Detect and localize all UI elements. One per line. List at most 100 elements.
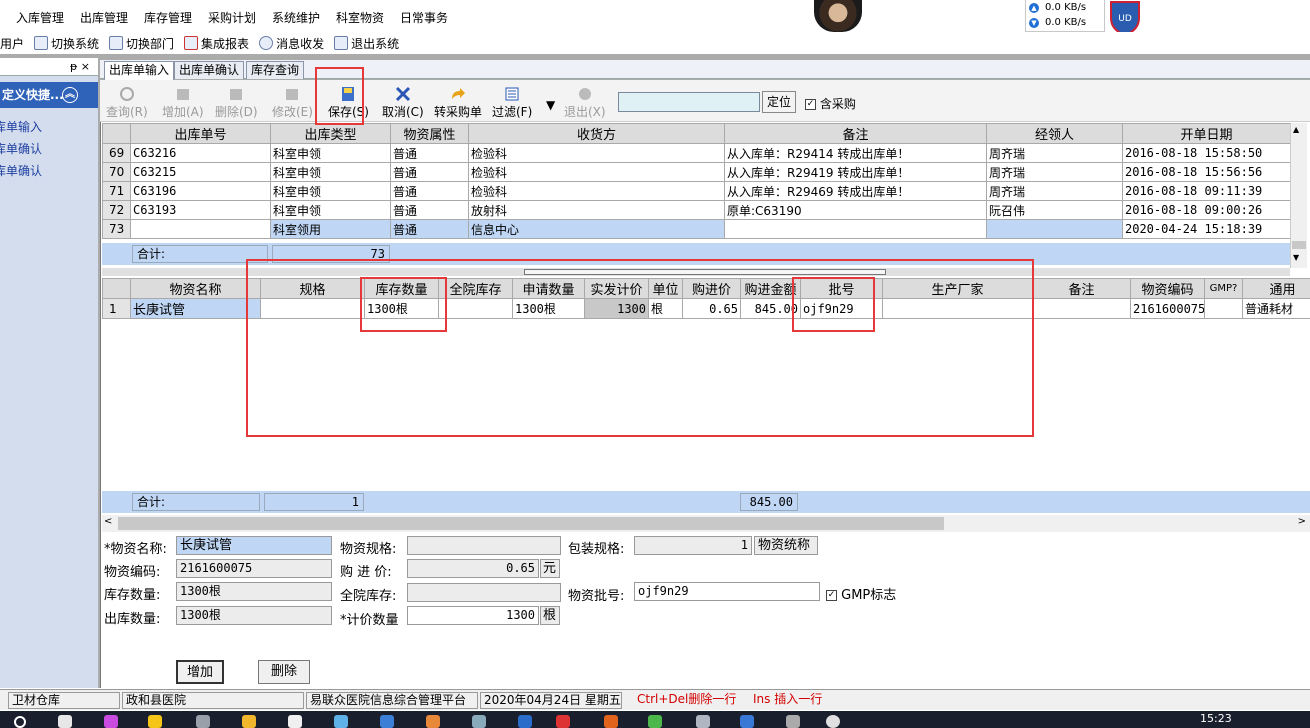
pack-unit-field[interactable]: 物资统称 [754, 536, 818, 555]
quick-panel-title[interactable]: 定义快捷... ︽ [0, 82, 98, 108]
delete-row-button[interactable]: 删除 [258, 660, 310, 684]
cell-receiver[interactable]: 信息中心 [468, 219, 725, 239]
cell-out-type[interactable]: 科室申领 [270, 200, 391, 220]
app-icon[interactable] [104, 715, 118, 728]
menu-purchase[interactable]: 采购计划 [208, 9, 256, 26]
cell-person[interactable]: 周齐瑞 [986, 143, 1123, 163]
app-icon[interactable] [696, 715, 710, 728]
scroll-left-icon[interactable]: < [104, 516, 112, 527]
quick-item-outbound-input[interactable]: 出库单输入 [0, 116, 98, 138]
wechat-icon[interactable] [648, 715, 662, 728]
filter-dropdown-icon[interactable]: ▼ [546, 98, 555, 112]
cell-code[interactable]: 2161600075 [1130, 298, 1205, 319]
cell-date[interactable]: 2016-08-18 15:58:50 [1122, 143, 1291, 163]
col-out-no[interactable]: 出库单号 [130, 123, 271, 144]
cell-person[interactable]: 周齐瑞 [986, 162, 1123, 182]
search-icon[interactable] [14, 716, 26, 728]
scroll-thumb[interactable] [1292, 241, 1306, 249]
cell-out-type[interactable]: 科室领用 [270, 219, 391, 239]
cell-out-no[interactable]: C63215 [130, 162, 271, 182]
cell-note[interactable]: 原单:C63190 [724, 200, 987, 220]
cell-receiver[interactable]: 检验科 [468, 143, 725, 163]
cell-person[interactable] [986, 219, 1123, 239]
cell-person[interactable]: 阮召伟 [986, 200, 1123, 220]
quick-item-inbound-confirm[interactable]: 入库单确认 [0, 160, 98, 182]
all-stock-field[interactable] [407, 583, 561, 602]
cell-date[interactable]: 2020-04-24 15:18:39 [1122, 219, 1291, 239]
cell-note[interactable]: 从入库单：R29419 转成出库单！ [724, 162, 987, 182]
filter-button[interactable]: 过滤(F) [492, 86, 532, 120]
query-button[interactable]: 查询(R) [106, 86, 148, 120]
col-receiver[interactable]: 收货方 [468, 123, 725, 144]
include-purchase-checkbox[interactable]: ✓ 含采购 [805, 95, 856, 112]
app-icon[interactable] [472, 715, 486, 728]
user-button[interactable]: 用户 [0, 35, 24, 52]
app-icon[interactable] [380, 715, 394, 728]
cell-out-no[interactable]: C63193 [130, 200, 271, 220]
quick-item-outbound-confirm[interactable]: 出库单确认 [0, 138, 98, 160]
task-view-icon[interactable] [58, 715, 72, 728]
table-row-selected[interactable]: 73 科室领用 普通 信息中心 2020-04-24 15:18:39 [102, 219, 1291, 239]
cell-note[interactable]: 从入库单：R29414 转成出库单！ [724, 143, 987, 163]
locate-button[interactable]: 定位 [762, 91, 796, 113]
cell-gmp[interactable] [1204, 298, 1243, 319]
to-purchase-button[interactable]: 转采购单 [434, 86, 482, 120]
app-icon[interactable] [826, 715, 840, 728]
cell-date[interactable]: 2016-08-18 09:11:39 [1122, 181, 1291, 201]
col-attr[interactable]: 物资属性 [390, 123, 469, 144]
scroll-up-icon[interactable]: ▲ [1293, 125, 1299, 134]
cell-attr[interactable]: 普通 [390, 219, 469, 239]
col-date[interactable]: 开单日期 [1122, 123, 1291, 144]
spec-field[interactable] [407, 536, 561, 555]
edit-button[interactable]: 修改(E) [272, 86, 313, 120]
cancel-button[interactable]: 取消(C) [382, 86, 424, 120]
h-scroll-thumb[interactable] [118, 517, 944, 530]
cell-out-type[interactable]: 科室申领 [270, 162, 391, 182]
table-row[interactable]: 70 C63215 科室申领 普通 检验科 从入库单：R29419 转成出库单！… [102, 162, 1291, 182]
grid2-horizontal-scrollbar[interactable]: < > [102, 515, 1310, 532]
cell-attr[interactable]: 普通 [390, 200, 469, 220]
cell-receiver[interactable]: 检验科 [468, 162, 725, 182]
table-row[interactable]: 69 C63216 科室申领 普通 检验科 从入库单：R29414 转成出库单！… [102, 143, 1291, 163]
cell-receiver[interactable]: 检验科 [468, 181, 725, 201]
cell-name[interactable]: 长庚试管 [130, 298, 261, 319]
app-icon[interactable] [556, 715, 570, 728]
notepad-icon[interactable] [288, 715, 302, 728]
col-note[interactable]: 备注 [1032, 278, 1131, 299]
menu-system[interactable]: 系统维护 [272, 9, 320, 26]
col-note[interactable]: 备注 [724, 123, 987, 144]
cell-general[interactable]: 普通耗材 [1242, 298, 1310, 319]
locate-input[interactable] [618, 92, 760, 112]
menu-dept-goods[interactable]: 科室物资 [336, 9, 384, 26]
add-button[interactable]: 增加(A) [162, 86, 204, 120]
cell-out-no[interactable] [130, 219, 271, 239]
gmp-checkbox[interactable]: ✓ GMP标志 [826, 584, 896, 603]
collapse-icon[interactable]: ︽ [62, 87, 78, 103]
tab-outbound-input[interactable]: 出库单输入 [104, 61, 175, 80]
cell-person[interactable]: 周齐瑞 [986, 181, 1123, 201]
cell-receiver[interactable]: 放射科 [468, 200, 725, 220]
col-out-type[interactable]: 出库类型 [270, 123, 391, 144]
messages-button[interactable]: 消息收发 [259, 35, 324, 52]
switch-system-button[interactable]: 切换系统 [34, 35, 99, 52]
table-row[interactable]: 72 C63193 科室申领 普通 放射科 原单:C63190 阮召伟 2016… [102, 200, 1291, 220]
cell-note[interactable]: 从入库单：R29469 转成出库单！ [724, 181, 987, 201]
app-icon[interactable] [148, 715, 162, 728]
app-icon[interactable] [518, 715, 532, 728]
cell-out-type[interactable]: 科室申领 [270, 143, 391, 163]
cell-out-type[interactable]: 科室申领 [270, 181, 391, 201]
menu-outbound[interactable]: 出库管理 [80, 9, 128, 26]
scroll-right-icon[interactable]: > [1298, 516, 1306, 527]
col-general[interactable]: 通用 [1242, 278, 1310, 299]
app-icon[interactable] [334, 715, 348, 728]
col-person[interactable]: 经领人 [986, 123, 1123, 144]
exit-system-button[interactable]: 退出系统 [334, 35, 399, 52]
settings-icon[interactable] [196, 715, 210, 728]
cell-note[interactable] [724, 219, 987, 239]
col-name[interactable]: 物资名称 [130, 278, 261, 299]
tab-stock-query[interactable]: 库存查询 [246, 61, 305, 79]
cell-attr[interactable]: 普通 [390, 181, 469, 201]
menu-daily[interactable]: 日常事务 [400, 9, 448, 26]
cell-attr[interactable]: 普通 [390, 143, 469, 163]
out-qty-field[interactable]: 1300根 [176, 606, 332, 625]
